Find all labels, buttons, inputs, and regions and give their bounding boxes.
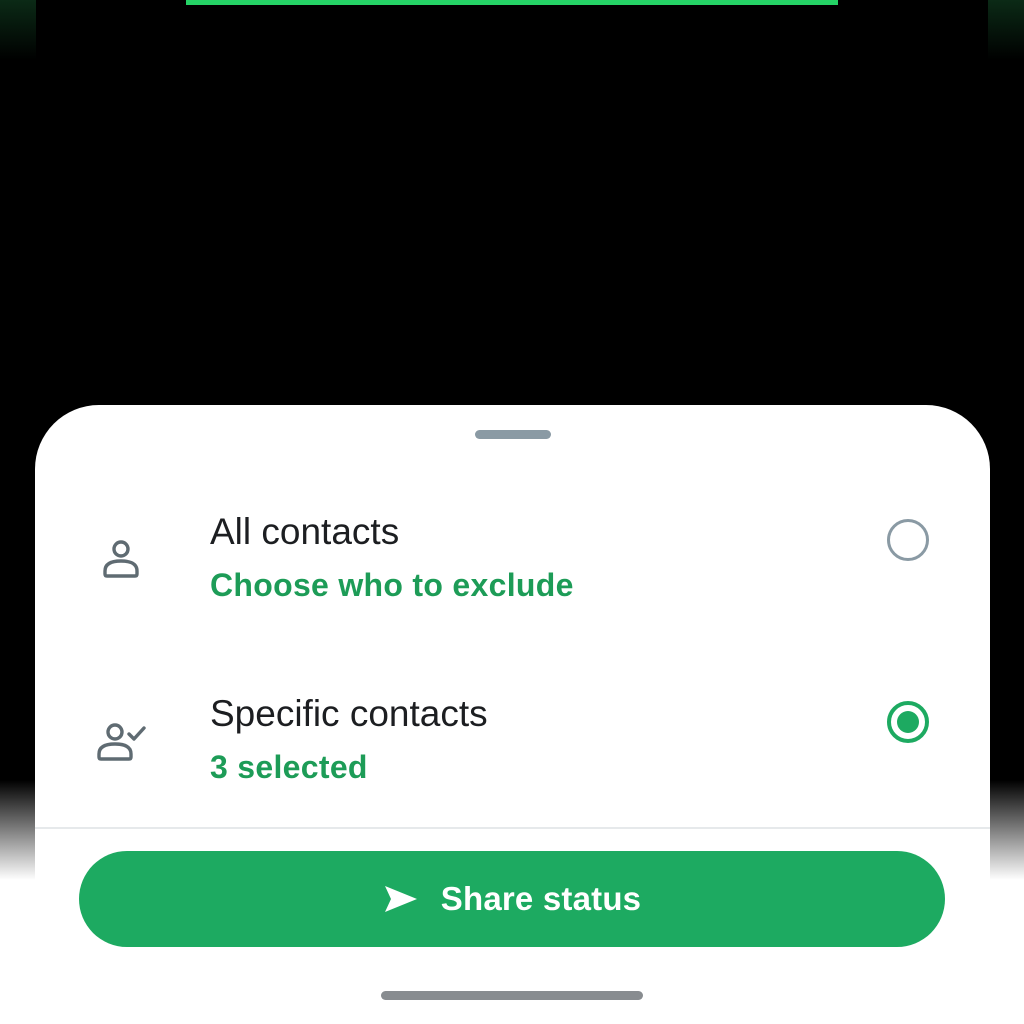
send-icon: [384, 886, 417, 912]
exclude-link[interactable]: Choose who to exclude: [210, 567, 574, 604]
radio-selected-dot: [897, 711, 919, 733]
share-status-button[interactable]: Share status: [79, 851, 945, 947]
share-status-label: Share status: [440, 880, 642, 917]
option-title: Specific contacts: [210, 693, 488, 734]
right-edge-fade: [988, 0, 1024, 1024]
left-edge-fade: [0, 0, 36, 1024]
sheet-drag-handle[interactable]: [475, 430, 551, 439]
person-icon: [103, 540, 139, 578]
selected-count[interactable]: 3 selected: [210, 749, 368, 786]
radio-all-contacts[interactable]: [887, 519, 929, 561]
option-specific-contacts[interactable]: Specific contacts 3 selected: [35, 677, 990, 807]
radio-specific-contacts[interactable]: [887, 701, 929, 743]
top-accent-bar: [186, 0, 838, 5]
option-title: All contacts: [210, 511, 400, 552]
option-all-contacts[interactable]: All contacts Choose who to exclude: [35, 495, 990, 625]
audience-bottom-sheet: All contacts Choose who to exclude Speci…: [35, 405, 990, 1024]
person-check-icon: [97, 723, 146, 761]
home-indicator[interactable]: [381, 991, 643, 1000]
divider: [35, 827, 990, 829]
